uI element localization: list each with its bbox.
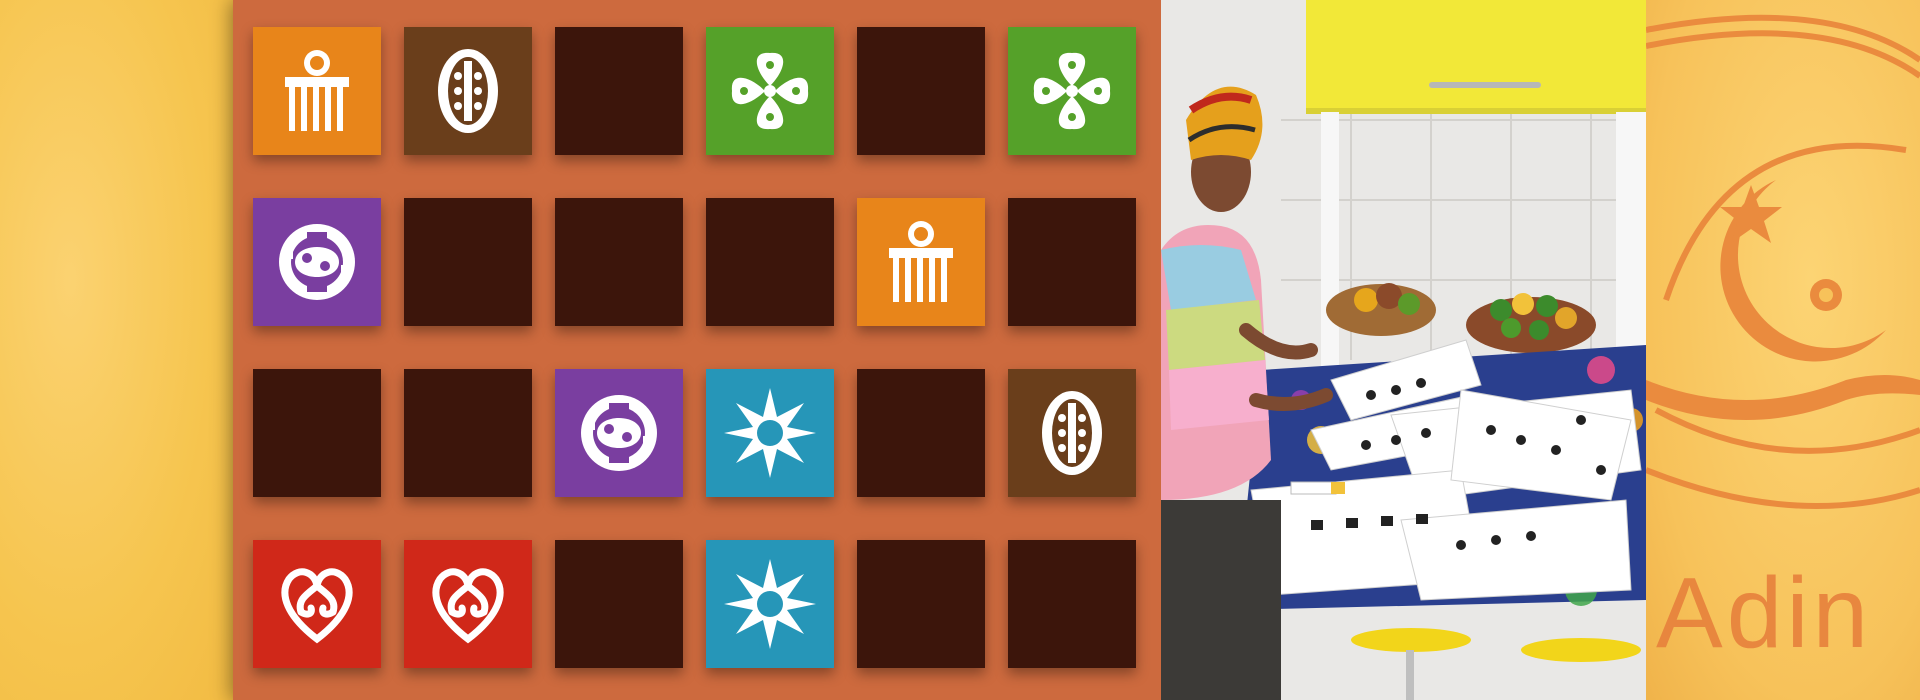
card-facedown[interactable]: [555, 540, 683, 668]
card-revealed-star-sun-icon[interactable]: [706, 369, 834, 497]
adinkra-banner: Adin: [1646, 0, 1920, 700]
clover-icon: [1033, 52, 1111, 130]
card-revealed-drum-icon[interactable]: [1008, 369, 1136, 497]
card-facedown[interactable]: [555, 27, 683, 155]
brand-text: Adin: [1656, 557, 1873, 669]
card-revealed-drum-icon[interactable]: [404, 27, 532, 155]
star-sun-icon: [724, 388, 816, 478]
card-revealed-clover-icon[interactable]: [706, 27, 834, 155]
sankofa-heart-icon: [281, 568, 353, 644]
card-facedown[interactable]: [253, 369, 381, 497]
card-facedown[interactable]: [706, 198, 834, 326]
card-revealed-sankofa-heart-icon[interactable]: [253, 540, 381, 668]
drum-icon: [1042, 391, 1102, 475]
card-grid: [233, 0, 1161, 700]
comb-icon: [285, 50, 349, 131]
card-facedown[interactable]: [404, 369, 532, 497]
star-sun-icon: [724, 559, 816, 649]
photo-illustration: [1161, 0, 1646, 700]
sankofa-heart-icon: [432, 568, 504, 644]
card-revealed-star-sun-icon[interactable]: [706, 540, 834, 668]
comb-icon: [889, 221, 953, 302]
card-revealed-gye-nyame-icon[interactable]: [555, 369, 683, 497]
card-facedown[interactable]: [1008, 540, 1136, 668]
card-facedown[interactable]: [857, 540, 985, 668]
card-revealed-clover-icon[interactable]: [1008, 27, 1136, 155]
card-revealed-comb-icon[interactable]: [857, 198, 985, 326]
card-facedown[interactable]: [857, 369, 985, 497]
card-facedown[interactable]: [1008, 198, 1136, 326]
clover-icon: [731, 52, 809, 130]
drum-icon: [438, 49, 498, 133]
woman-with-adinkra-papers-photo: [1161, 0, 1646, 700]
card-facedown[interactable]: [404, 198, 532, 326]
card-revealed-gye-nyame-icon[interactable]: [253, 198, 381, 326]
card-revealed-sankofa-heart-icon[interactable]: [404, 540, 532, 668]
memory-game-board: [233, 0, 1161, 700]
left-background: [0, 0, 233, 700]
gye-nyame-icon: [279, 224, 355, 300]
gye-nyame-icon: [581, 395, 657, 471]
card-facedown[interactable]: [857, 27, 985, 155]
card-facedown[interactable]: [555, 198, 683, 326]
card-revealed-comb-icon[interactable]: [253, 27, 381, 155]
